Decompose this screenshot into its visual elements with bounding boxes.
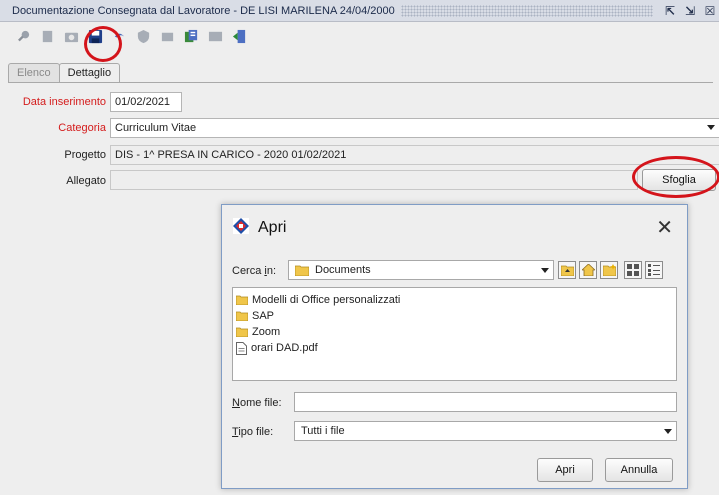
- dialog-close-icon[interactable]: ✕: [656, 215, 673, 239]
- folder-icon: [236, 311, 248, 321]
- apri-button[interactable]: Apri: [537, 458, 593, 482]
- annulla-button[interactable]: Annulla: [605, 458, 673, 482]
- list-item[interactable]: SAP: [236, 308, 673, 324]
- list-item[interactable]: Modelli di Office personalizzati: [236, 292, 673, 308]
- tab-elenco[interactable]: Elenco: [8, 63, 60, 83]
- tab-divider: [8, 82, 713, 83]
- titlebar-grip: [400, 4, 653, 17]
- cerca-in-value: Documents: [315, 264, 371, 276]
- list-view-icon[interactable]: [624, 261, 642, 279]
- folder-up-icon[interactable]: [558, 261, 576, 279]
- list-item[interactable]: orari DAD.pdf: [236, 340, 673, 356]
- chevron-down-icon: [707, 125, 715, 130]
- data-inserimento-field[interactable]: 01/02/2021: [110, 92, 182, 112]
- file-list: Modelli di Office personalizzati SAP Zoo…: [232, 287, 677, 381]
- home-icon[interactable]: [579, 261, 597, 279]
- maximize-icon[interactable]: ⇲: [683, 4, 697, 18]
- file-icon: [236, 341, 247, 355]
- folder-icon: [295, 265, 309, 276]
- list-item[interactable]: Zoom: [236, 324, 673, 340]
- categoria-value: Curriculum Vitae: [115, 122, 197, 134]
- tipo-file-select[interactable]: Tutti i file: [294, 421, 677, 441]
- copy-document-icon[interactable]: [182, 27, 200, 45]
- nome-file-label: Nome file:: [232, 397, 282, 409]
- nome-file-input[interactable]: [294, 392, 677, 412]
- details-view-icon[interactable]: [645, 261, 663, 279]
- open-file-dialog: Apri ✕ Cerca in: Documents Modelli di Of…: [221, 204, 688, 489]
- sfoglia-annotation-circle: [632, 156, 719, 198]
- new-folder-icon[interactable]: [600, 261, 618, 279]
- allegato-field: [110, 170, 638, 190]
- restore-icon[interactable]: ⇱: [663, 4, 677, 18]
- dialog-title: Apri: [258, 218, 287, 236]
- shield-icon[interactable]: [134, 27, 152, 45]
- chevron-down-icon: [664, 429, 672, 434]
- categoria-select[interactable]: Curriculum Vitae: [110, 118, 719, 138]
- progetto-label: Progetto: [64, 149, 106, 161]
- new-document-icon[interactable]: [38, 27, 56, 45]
- search-icon[interactable]: [14, 27, 32, 45]
- chevron-down-icon: [541, 268, 549, 273]
- save-annotation-circle: [84, 26, 122, 62]
- allegato-label: Allegato: [66, 175, 106, 187]
- tab-bar: Elenco Dettaglio: [8, 63, 121, 83]
- tipo-file-value: Tutti i file: [301, 425, 345, 437]
- tab-dettaglio[interactable]: Dettaglio: [58, 63, 121, 83]
- print-icon[interactable]: [158, 27, 176, 45]
- camera-icon[interactable]: [62, 27, 80, 45]
- window-titlebar: Documentazione Consegnata dal Lavoratore…: [0, 0, 719, 22]
- cerca-in-select[interactable]: Documents: [288, 260, 554, 280]
- exit-door-icon[interactable]: [230, 27, 248, 45]
- data-inserimento-label: Data inserimento: [22, 96, 106, 108]
- folder-icon: [236, 327, 248, 337]
- close-window-icon[interactable]: ☒: [703, 4, 717, 18]
- window-title: Documentazione Consegnata dal Lavoratore…: [12, 4, 395, 17]
- categoria-label: Categoria: [58, 122, 106, 134]
- java-app-icon: [232, 217, 250, 238]
- tipo-file-label: Tipo file:: [232, 426, 274, 438]
- dialog-titlebar: Apri: [232, 217, 286, 238]
- cerca-in-label: Cerca in:: [232, 265, 277, 277]
- grid-icon[interactable]: [206, 27, 224, 45]
- folder-icon: [236, 295, 248, 305]
- progetto-field: DIS - 1^ PRESA IN CARICO - 2020 01/02/20…: [110, 145, 719, 165]
